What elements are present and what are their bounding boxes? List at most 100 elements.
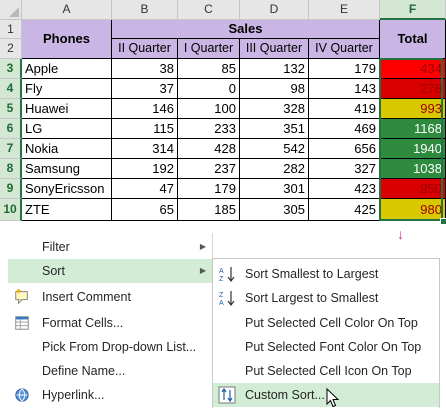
sales-value-cell[interactable]: 185 [178,199,240,221]
sales-value-cell[interactable]: 305 [240,199,309,221]
total-value-cell[interactable]: 1940 [380,139,446,159]
phones-header-cell[interactable]: Phones [22,20,112,59]
sales-value-cell[interactable]: 115 [112,119,178,139]
sales-value-cell[interactable]: 143 [309,79,380,99]
menu-item-filter[interactable]: Filter ▶ [8,235,212,259]
sales-value-cell[interactable]: 65 [112,199,178,221]
row-header-6[interactable]: 6 [0,119,22,139]
quarter-header-cell[interactable]: II Quarter [112,39,178,59]
sales-value-cell[interactable]: 237 [178,159,240,179]
sales-value-cell[interactable]: 423 [309,179,380,199]
svg-text:Z: Z [219,276,224,283]
sales-value-cell[interactable]: 47 [112,179,178,199]
menu-item-define-name[interactable]: Define Name... [8,359,212,383]
sort-descending-icon: ZA [218,289,236,307]
total-value-cell[interactable]: 993 [380,99,446,119]
submenu-item-sort-smallest-to-largest[interactable]: A Z Sort Smallest to Largest [213,262,439,286]
sales-value-cell[interactable]: 179 [309,59,380,79]
menu-item-insert-comment[interactable]: Insert Comment [8,285,212,309]
sales-value-cell[interactable]: 314 [112,139,178,159]
sales-value-cell[interactable]: 132 [240,59,309,79]
phone-name-cell[interactable]: Fly [22,79,112,99]
sales-value-cell[interactable]: 351 [240,119,309,139]
sales-value-cell[interactable]: 0 [178,79,240,99]
sales-value-cell[interactable]: 301 [240,179,309,199]
sales-value-cell[interactable]: 328 [240,99,309,119]
menu-item-label: Format Cells... [42,316,124,330]
svg-text:A: A [219,268,224,275]
submenu-arrow-icon: ▶ [199,242,206,251]
submenu-item-sort-largest-to-smallest[interactable]: Z A Sort Largest to Smallest [213,286,439,310]
row-header-2[interactable]: 2 [0,39,22,59]
menu-item-label: Hyperlink... [42,388,105,402]
row-header-4[interactable]: 4 [0,79,22,99]
menu-item-hyperlink[interactable]: Hyperlink... [8,383,212,407]
phone-name-cell[interactable]: ZTE [22,199,112,221]
spreadsheet: ABCDEF 1 2 3 4 5 6 7 8 9 10 Phones Sales II Quarter… [0,0,446,231]
total-header-cell[interactable]: Total [380,20,446,59]
row-header-8[interactable]: 8 [0,159,22,179]
sales-value-cell[interactable]: 425 [309,199,380,221]
phone-name-cell[interactable]: Huawei [22,99,112,119]
svg-text:Z: Z [219,292,224,299]
sales-value-cell[interactable]: 656 [309,139,380,159]
total-value-cell[interactable]: 980 [380,199,446,221]
column-header-f[interactable]: F [380,0,446,20]
phone-name-cell[interactable]: Apple [22,59,112,79]
sales-value-cell[interactable]: 85 [178,59,240,79]
sales-value-cell[interactable]: 37 [112,79,178,99]
custom-sort-icon [218,386,236,404]
quarter-header-cell[interactable]: IV Quarter [309,39,380,59]
column-header-c[interactable]: C [178,0,240,20]
submenu-item-put-selected-font-color-on-top[interactable]: Put Selected Font Color On Top [213,335,439,359]
sales-value-cell[interactable]: 469 [309,119,380,139]
sales-value-cell[interactable]: 419 [309,99,380,119]
sales-value-cell[interactable]: 542 [240,139,309,159]
row-header-3[interactable]: 3 [0,59,22,79]
row-header-7[interactable]: 7 [0,139,22,159]
sales-value-cell[interactable]: 233 [178,119,240,139]
phone-name-cell[interactable]: SonyEricsson [22,179,112,199]
total-value-cell[interactable]: 434 [380,59,446,79]
menu-item-sort[interactable]: Sort ▶ [8,259,212,283]
submenu-item-label: Sort Largest to Smallest [245,291,379,305]
menu-item-label: Insert Comment [42,290,131,304]
row-header-5[interactable]: 5 [0,99,22,119]
sales-value-cell[interactable]: 100 [178,99,240,119]
total-value-cell[interactable]: 1168 [380,119,446,139]
sales-value-cell[interactable]: 192 [112,159,178,179]
row-header-10[interactable]: 10 [0,199,22,221]
sales-value-cell[interactable]: 327 [309,159,380,179]
sales-value-cell[interactable]: 98 [240,79,309,99]
menu-item-format-cells[interactable]: Format Cells... [8,311,212,335]
phone-name-cell[interactable]: LG [22,119,112,139]
column-header-b[interactable]: B [112,0,178,20]
sales-value-cell[interactable]: 428 [178,139,240,159]
submenu-item-label: Put Selected Font Color On Top [245,340,422,354]
submenu-item-put-selected-cell-icon-on-top[interactable]: Put Selected Cell Icon On Top [213,359,439,383]
sales-header-cell[interactable]: Sales [112,20,380,39]
menu-item-pick-from-drop-down-list[interactable]: Pick From Drop-down List... [8,335,212,359]
phone-name-cell[interactable]: Samsung [22,159,112,179]
fill-handle[interactable] [440,218,446,225]
sales-value-cell[interactable]: 282 [240,159,309,179]
sales-value-cell[interactable]: 146 [112,99,178,119]
row-header-9[interactable]: 9 [0,179,22,199]
total-value-cell[interactable]: 950 [380,179,446,199]
phone-name-cell[interactable]: Nokia [22,139,112,159]
column-header-d[interactable]: D [240,0,309,20]
sales-value-cell[interactable]: 179 [178,179,240,199]
quarter-header-cell[interactable]: I Quarter [178,39,240,59]
sales-value-cell[interactable]: 38 [112,59,178,79]
row-header-1[interactable]: 1 [0,20,22,39]
context-menu: Filter ▶ Sort ▶ Insert Comment Format Cells..… [8,233,213,408]
menu-item-label: Filter [42,240,70,254]
select-all-corner[interactable] [0,0,22,20]
total-value-cell[interactable]: 1038 [380,159,446,179]
total-value-cell[interactable]: 278 [380,79,446,99]
column-header-e[interactable]: E [309,0,380,20]
quarter-header-cell[interactable]: III Quarter [240,39,309,59]
column-header-a[interactable]: A [22,0,112,20]
sort-ascending-icon: AZ [218,265,236,283]
submenu-item-put-selected-cell-color-on-top[interactable]: Put Selected Cell Color On Top [213,311,439,335]
